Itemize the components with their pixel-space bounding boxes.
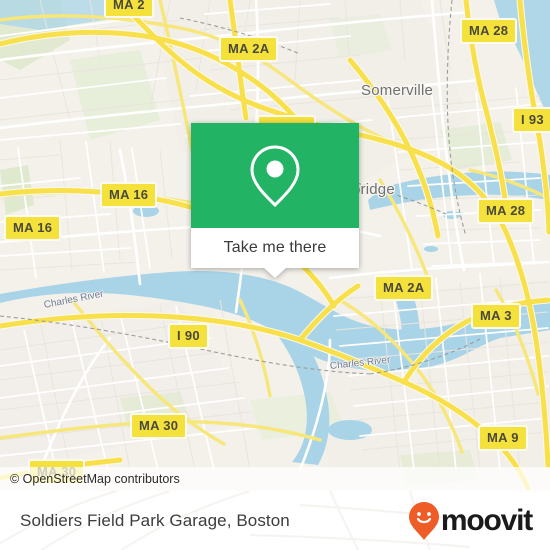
location-pin-icon bbox=[250, 144, 300, 207]
highway-shield: MA 2 bbox=[104, 0, 154, 18]
highway-shield: I 93 bbox=[512, 107, 550, 133]
moovit-wordmark: moovit bbox=[440, 503, 533, 537]
highway-shield: I 90 bbox=[168, 323, 209, 349]
popup-action-bar[interactable]: Take me there bbox=[191, 228, 359, 268]
footer-bar: Soldiers Field Park Garage, Boston moovi… bbox=[0, 491, 550, 550]
osm-attribution-text: © OpenStreetMap contributors bbox=[10, 472, 180, 486]
highway-shield: MA 9 bbox=[478, 425, 528, 451]
map-popup-card[interactable]: Take me there bbox=[191, 123, 359, 278]
highway-shield: MA 28 bbox=[477, 198, 535, 224]
place-label-somerville: Somerville bbox=[361, 82, 434, 99]
highway-shield: MA 28 bbox=[460, 18, 518, 44]
highway-shield: MA 30 bbox=[130, 413, 188, 439]
take-me-there-label: Take me there bbox=[223, 239, 327, 256]
highway-shield: MA 2A bbox=[219, 36, 279, 62]
highway-shield: MA 2A bbox=[374, 275, 434, 301]
moovit-logo[interactable]: moovit bbox=[408, 501, 533, 541]
highway-shield: MA 3 bbox=[471, 303, 521, 329]
moovit-pin-smiley-icon bbox=[408, 501, 439, 540]
popup-pin-panel bbox=[191, 123, 359, 228]
popup-tail-pointer bbox=[264, 268, 286, 278]
highway-shield: MA 16 bbox=[4, 215, 62, 241]
page-title: Soldiers Field Park Garage, Boston bbox=[20, 510, 290, 530]
highway-shield: MA 16 bbox=[100, 182, 158, 208]
moovit-map-screenshot: .land{fill:#f4f1eb;} .builtup{fill:#efec… bbox=[0, 0, 550, 550]
map-attribution-bar: © OpenStreetMap contributors bbox=[0, 467, 550, 491]
map-canvas[interactable]: .land{fill:#f4f1eb;} .builtup{fill:#efec… bbox=[0, 0, 550, 491]
